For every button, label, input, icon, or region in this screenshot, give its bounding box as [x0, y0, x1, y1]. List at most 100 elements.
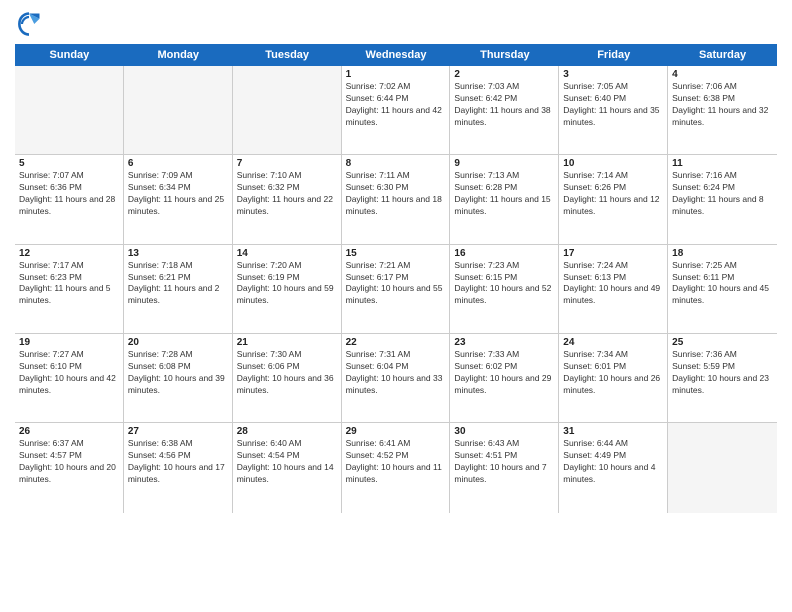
day-info: Sunrise: 7:02 AMSunset: 6:44 PMDaylight:… [346, 81, 446, 129]
day-number: 5 [19, 158, 119, 169]
day-cell-11: 11Sunrise: 7:16 AMSunset: 6:24 PMDayligh… [668, 155, 777, 243]
day-number: 16 [454, 248, 554, 259]
empty-cell [15, 66, 124, 154]
day-info: Sunrise: 7:07 AMSunset: 6:36 PMDaylight:… [19, 170, 119, 218]
day-info: Sunrise: 7:27 AMSunset: 6:10 PMDaylight:… [19, 349, 119, 397]
day-cell-18: 18Sunrise: 7:25 AMSunset: 6:11 PMDayligh… [668, 245, 777, 333]
day-number: 22 [346, 337, 446, 348]
day-info: Sunrise: 7:03 AMSunset: 6:42 PMDaylight:… [454, 81, 554, 129]
day-number: 11 [672, 158, 773, 169]
day-number: 9 [454, 158, 554, 169]
day-info: Sunrise: 7:36 AMSunset: 5:59 PMDaylight:… [672, 349, 773, 397]
calendar-body: 1Sunrise: 7:02 AMSunset: 6:44 PMDaylight… [15, 66, 777, 602]
day-number: 23 [454, 337, 554, 348]
day-number: 20 [128, 337, 228, 348]
day-number: 27 [128, 426, 228, 437]
day-number: 6 [128, 158, 228, 169]
day-cell-29: 29Sunrise: 6:41 AMSunset: 4:52 PMDayligh… [342, 423, 451, 512]
day-cell-23: 23Sunrise: 7:33 AMSunset: 6:02 PMDayligh… [450, 334, 559, 422]
week-row-3: 12Sunrise: 7:17 AMSunset: 6:23 PMDayligh… [15, 245, 777, 334]
day-cell-3: 3Sunrise: 7:05 AMSunset: 6:40 PMDaylight… [559, 66, 668, 154]
day-number: 12 [19, 248, 119, 259]
day-info: Sunrise: 7:06 AMSunset: 6:38 PMDaylight:… [672, 81, 773, 129]
day-cell-10: 10Sunrise: 7:14 AMSunset: 6:26 PMDayligh… [559, 155, 668, 243]
page: SundayMondayTuesdayWednesdayThursdayFrid… [0, 0, 792, 612]
day-number: 29 [346, 426, 446, 437]
day-info: Sunrise: 7:09 AMSunset: 6:34 PMDaylight:… [128, 170, 228, 218]
day-number: 13 [128, 248, 228, 259]
day-number: 4 [672, 69, 773, 80]
day-number: 21 [237, 337, 337, 348]
day-cell-25: 25Sunrise: 7:36 AMSunset: 5:59 PMDayligh… [668, 334, 777, 422]
day-number: 18 [672, 248, 773, 259]
day-cell-20: 20Sunrise: 7:28 AMSunset: 6:08 PMDayligh… [124, 334, 233, 422]
header-day-wednesday: Wednesday [342, 44, 451, 66]
header-day-sunday: Sunday [15, 44, 124, 66]
day-info: Sunrise: 7:14 AMSunset: 6:26 PMDaylight:… [563, 170, 663, 218]
day-number: 15 [346, 248, 446, 259]
day-info: Sunrise: 6:43 AMSunset: 4:51 PMDaylight:… [454, 438, 554, 486]
day-cell-28: 28Sunrise: 6:40 AMSunset: 4:54 PMDayligh… [233, 423, 342, 512]
day-cell-5: 5Sunrise: 7:07 AMSunset: 6:36 PMDaylight… [15, 155, 124, 243]
week-row-2: 5Sunrise: 7:07 AMSunset: 6:36 PMDaylight… [15, 155, 777, 244]
day-info: Sunrise: 7:05 AMSunset: 6:40 PMDaylight:… [563, 81, 663, 129]
day-number: 28 [237, 426, 337, 437]
day-cell-12: 12Sunrise: 7:17 AMSunset: 6:23 PMDayligh… [15, 245, 124, 333]
day-cell-19: 19Sunrise: 7:27 AMSunset: 6:10 PMDayligh… [15, 334, 124, 422]
day-number: 10 [563, 158, 663, 169]
week-row-4: 19Sunrise: 7:27 AMSunset: 6:10 PMDayligh… [15, 334, 777, 423]
day-number: 30 [454, 426, 554, 437]
day-cell-24: 24Sunrise: 7:34 AMSunset: 6:01 PMDayligh… [559, 334, 668, 422]
day-info: Sunrise: 7:21 AMSunset: 6:17 PMDaylight:… [346, 260, 446, 308]
day-info: Sunrise: 7:31 AMSunset: 6:04 PMDaylight:… [346, 349, 446, 397]
day-info: Sunrise: 7:30 AMSunset: 6:06 PMDaylight:… [237, 349, 337, 397]
day-number: 8 [346, 158, 446, 169]
week-row-5: 26Sunrise: 6:37 AMSunset: 4:57 PMDayligh… [15, 423, 777, 512]
day-number: 3 [563, 69, 663, 80]
day-info: Sunrise: 6:44 AMSunset: 4:49 PMDaylight:… [563, 438, 663, 486]
day-number: 31 [563, 426, 663, 437]
header [15, 10, 777, 38]
day-number: 19 [19, 337, 119, 348]
day-cell-8: 8Sunrise: 7:11 AMSunset: 6:30 PMDaylight… [342, 155, 451, 243]
header-day-saturday: Saturday [668, 44, 777, 66]
calendar-header: SundayMondayTuesdayWednesdayThursdayFrid… [15, 44, 777, 66]
day-number: 26 [19, 426, 119, 437]
day-info: Sunrise: 7:33 AMSunset: 6:02 PMDaylight:… [454, 349, 554, 397]
day-cell-9: 9Sunrise: 7:13 AMSunset: 6:28 PMDaylight… [450, 155, 559, 243]
header-day-monday: Monday [124, 44, 233, 66]
day-cell-31: 31Sunrise: 6:44 AMSunset: 4:49 PMDayligh… [559, 423, 668, 512]
day-cell-17: 17Sunrise: 7:24 AMSunset: 6:13 PMDayligh… [559, 245, 668, 333]
day-cell-6: 6Sunrise: 7:09 AMSunset: 6:34 PMDaylight… [124, 155, 233, 243]
week-row-1: 1Sunrise: 7:02 AMSunset: 6:44 PMDaylight… [15, 66, 777, 155]
calendar: SundayMondayTuesdayWednesdayThursdayFrid… [15, 44, 777, 602]
day-info: Sunrise: 6:37 AMSunset: 4:57 PMDaylight:… [19, 438, 119, 486]
day-info: Sunrise: 7:13 AMSunset: 6:28 PMDaylight:… [454, 170, 554, 218]
day-cell-16: 16Sunrise: 7:23 AMSunset: 6:15 PMDayligh… [450, 245, 559, 333]
day-info: Sunrise: 7:17 AMSunset: 6:23 PMDaylight:… [19, 260, 119, 308]
header-day-thursday: Thursday [450, 44, 559, 66]
day-cell-7: 7Sunrise: 7:10 AMSunset: 6:32 PMDaylight… [233, 155, 342, 243]
day-cell-27: 27Sunrise: 6:38 AMSunset: 4:56 PMDayligh… [124, 423, 233, 512]
day-cell-26: 26Sunrise: 6:37 AMSunset: 4:57 PMDayligh… [15, 423, 124, 512]
header-day-tuesday: Tuesday [233, 44, 342, 66]
day-info: Sunrise: 7:34 AMSunset: 6:01 PMDaylight:… [563, 349, 663, 397]
day-number: 25 [672, 337, 773, 348]
day-info: Sunrise: 7:24 AMSunset: 6:13 PMDaylight:… [563, 260, 663, 308]
empty-cell [668, 423, 777, 512]
day-info: Sunrise: 7:11 AMSunset: 6:30 PMDaylight:… [346, 170, 446, 218]
day-number: 24 [563, 337, 663, 348]
empty-cell [124, 66, 233, 154]
day-info: Sunrise: 6:38 AMSunset: 4:56 PMDaylight:… [128, 438, 228, 486]
day-cell-2: 2Sunrise: 7:03 AMSunset: 6:42 PMDaylight… [450, 66, 559, 154]
day-info: Sunrise: 7:23 AMSunset: 6:15 PMDaylight:… [454, 260, 554, 308]
day-number: 14 [237, 248, 337, 259]
day-info: Sunrise: 7:28 AMSunset: 6:08 PMDaylight:… [128, 349, 228, 397]
day-number: 17 [563, 248, 663, 259]
day-cell-22: 22Sunrise: 7:31 AMSunset: 6:04 PMDayligh… [342, 334, 451, 422]
logo-icon [15, 10, 43, 38]
day-cell-1: 1Sunrise: 7:02 AMSunset: 6:44 PMDaylight… [342, 66, 451, 154]
day-cell-30: 30Sunrise: 6:43 AMSunset: 4:51 PMDayligh… [450, 423, 559, 512]
day-number: 2 [454, 69, 554, 80]
logo [15, 10, 47, 38]
